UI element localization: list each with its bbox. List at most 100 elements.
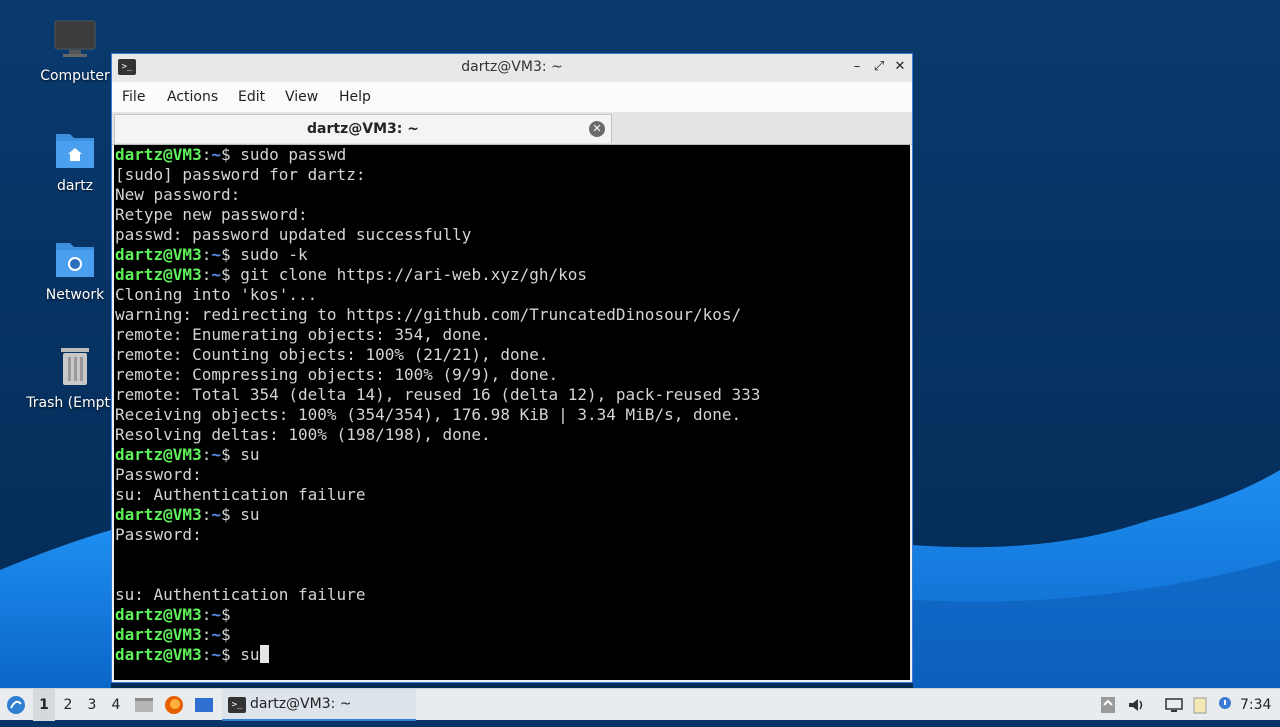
terminal-command-line: dartz@VM3:~$ git clone https://ari-web.x… [114, 265, 910, 285]
command-text: sudo passwd [240, 145, 347, 164]
terminal-icon: >_ [228, 697, 246, 713]
minimize-button[interactable]: – [848, 58, 866, 76]
prompt-symbol: $ [220, 505, 241, 524]
terminal-output-line: Retype new password: [115, 205, 308, 224]
prompt-separator: : [201, 265, 212, 284]
terminal-command-line: dartz@VM3:~$ [114, 605, 910, 625]
window-title: dartz@VM3: ~ [461, 59, 563, 75]
terminal-command-line: dartz@VM3:~$ su [114, 645, 910, 665]
prompt-symbol: $ [220, 245, 241, 264]
terminal-output[interactable]: dartz@VM3:~$ sudo passwd [sudo] password … [114, 145, 910, 680]
command-text: git clone https://ari-web.xyz/gh/kos [240, 265, 588, 284]
trash-icon [53, 345, 97, 389]
network-icon[interactable] [1165, 696, 1183, 714]
window-titlebar[interactable]: >_ dartz@VM3: ~ – ⤢ ✕ [112, 54, 912, 83]
volume-icon[interactable] [1127, 696, 1145, 714]
terminal-output-line: su: Authentication failure [115, 585, 366, 604]
terminal-output-line: su: Authentication failure [115, 485, 366, 504]
menu-edit[interactable]: Edit [238, 89, 265, 105]
clipboard-icon[interactable] [1191, 696, 1209, 714]
desktop-icon-network[interactable]: Network [25, 237, 125, 303]
file-manager-icon [135, 698, 153, 712]
home-folder-icon [53, 128, 97, 172]
maximize-button[interactable]: ⤢ [870, 58, 888, 76]
terminal-output-line: remote: Compressing objects: 100% (9/9),… [115, 365, 559, 384]
workspace-4[interactable]: 4 [105, 689, 127, 721]
prompt-separator: : [201, 145, 212, 164]
terminal-output-line: Receiving objects: 100% (354/354), 176.9… [115, 405, 742, 424]
prompt-separator: : [201, 625, 212, 644]
desktop-icon-label: Computer [40, 68, 110, 84]
tab-close-icon[interactable]: ✕ [589, 121, 605, 137]
desktop-icon-computer[interactable]: Computer [25, 18, 125, 84]
terminal-output-line: remote: Total 354 (delta 14), reused 16 … [115, 385, 761, 404]
prompt-path: ~ [211, 245, 221, 264]
terminal-output-line: remote: Enumerating objects: 354, done. [115, 325, 491, 344]
prompt-path: ~ [211, 445, 221, 464]
terminal-command-line: dartz@VM3:~$ su [114, 445, 910, 465]
terminal-command-line: dartz@VM3:~$ sudo -k [114, 245, 910, 265]
desktop-icon-home[interactable]: dartz [25, 128, 125, 194]
close-button[interactable]: ✕ [891, 58, 909, 76]
prompt-symbol: $ [220, 625, 241, 644]
desktop-icon-label: Network [45, 287, 105, 303]
prompt-symbol: $ [220, 645, 241, 664]
updates-icon[interactable] [1099, 696, 1117, 714]
taskbar: 1 2 3 4 >_ dartz@VM3: ~ 7:34 [0, 688, 1280, 721]
terminal-command-line: dartz@VM3:~$ [114, 625, 910, 645]
prompt-separator: : [201, 605, 212, 624]
terminal-window: >_ dartz@VM3: ~ – ⤢ ✕ File Actions Edit … [111, 53, 913, 683]
command-text: su [240, 505, 260, 524]
show-desktop-button[interactable] [193, 689, 215, 721]
prompt-path: ~ [211, 505, 221, 524]
workspace-3[interactable]: 3 [81, 689, 103, 721]
desktop-icon-trash[interactable]: Trash (Empty) [25, 345, 125, 411]
terminal-tab[interactable]: dartz@VM3: ~ ✕ [114, 114, 612, 143]
prompt-symbol: $ [220, 145, 241, 164]
terminal-output-line: Password: [115, 525, 202, 544]
prompt-path: ~ [211, 145, 221, 164]
terminal-output-line: Password: [115, 465, 202, 484]
workspace-1[interactable]: 1 [33, 689, 55, 721]
file-manager-launcher[interactable] [133, 689, 155, 721]
prompt-symbol: $ [220, 445, 241, 464]
prompt-user: dartz@VM3 [115, 605, 202, 624]
prompt-separator: : [201, 645, 212, 664]
firefox-launcher[interactable] [163, 689, 185, 721]
terminal-output-line: [sudo] password for dartz: [115, 165, 366, 184]
network-folder-icon [53, 237, 97, 281]
menu-view[interactable]: View [285, 89, 318, 105]
prompt-user: dartz@VM3 [115, 445, 202, 464]
prompt-path: ~ [211, 645, 221, 664]
tab-bar: dartz@VM3: ~ ✕ [112, 112, 912, 145]
lubuntu-logo-icon [7, 696, 25, 714]
start-menu-button[interactable] [4, 689, 28, 721]
taskbar-terminal-task[interactable]: >_ dartz@VM3: ~ [222, 689, 416, 721]
menu-help[interactable]: Help [339, 89, 371, 105]
monitor-icon [53, 18, 97, 62]
prompt-symbol: $ [220, 265, 241, 284]
command-text: sudo -k [240, 245, 308, 264]
desktop-icon-label: Trash (Empty) [26, 395, 124, 411]
prompt-separator: : [201, 505, 212, 524]
terminal-cursor [259, 645, 269, 663]
terminal-output-line: Cloning into 'kos'... [115, 285, 318, 304]
prompt-path: ~ [211, 265, 221, 284]
prompt-user: dartz@VM3 [115, 245, 202, 264]
prompt-path: ~ [211, 625, 221, 644]
workspace-2[interactable]: 2 [57, 689, 79, 721]
menu-bar: File Actions Edit View Help [112, 82, 912, 112]
prompt-user: dartz@VM3 [115, 645, 202, 664]
terminal-command-line: dartz@VM3:~$ sudo passwd [114, 145, 910, 165]
notification-icon[interactable] [1217, 696, 1235, 714]
prompt-path: ~ [211, 605, 221, 624]
prompt-user: dartz@VM3 [115, 145, 202, 164]
prompt-user: dartz@VM3 [115, 265, 202, 284]
prompt-user: dartz@VM3 [115, 625, 202, 644]
terminal-output-line: Resolving deltas: 100% (198/198), done. [115, 425, 491, 444]
prompt-symbol: $ [220, 605, 241, 624]
menu-file[interactable]: File [122, 89, 145, 105]
desktop-icon [195, 698, 213, 712]
menu-actions[interactable]: Actions [167, 89, 218, 105]
